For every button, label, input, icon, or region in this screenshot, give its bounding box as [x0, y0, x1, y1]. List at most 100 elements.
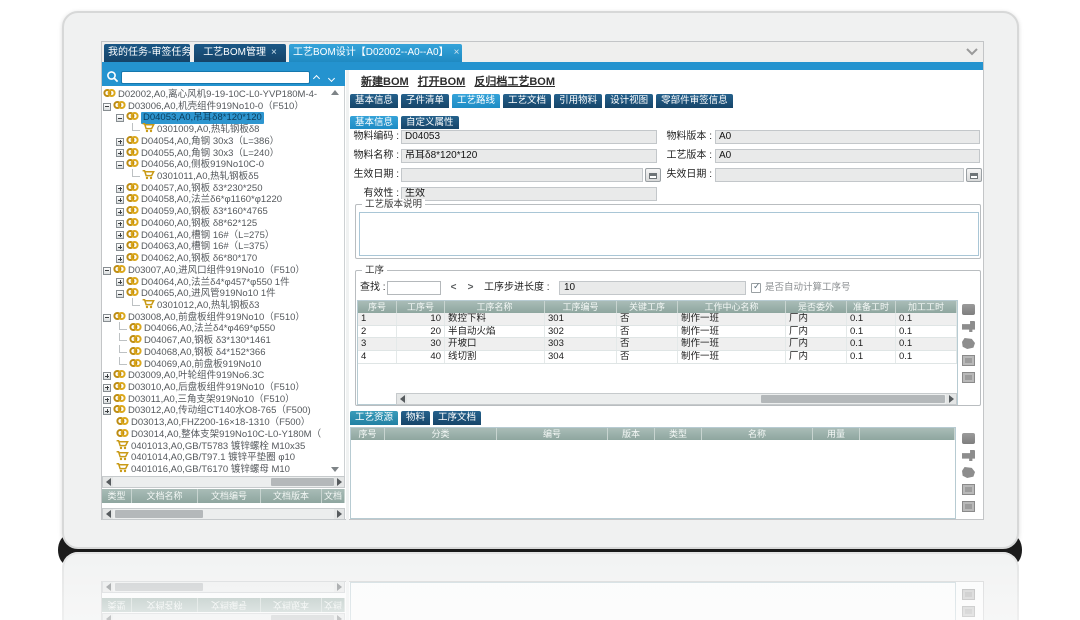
collapse-icon[interactable] — [116, 161, 124, 169]
scroll-left-icon[interactable] — [103, 477, 113, 487]
import-icon[interactable] — [962, 321, 975, 332]
expand-icon[interactable] — [116, 231, 124, 239]
collapse-icon[interactable] — [116, 114, 124, 122]
tree-item[interactable]: D04065,A0,进风管919No10 1件 — [102, 287, 344, 299]
tree-item[interactable]: 0401013,A0,GB/T5783 镀锌螺栓 M10x35 — [102, 440, 344, 452]
expiry_date-field[interactable] — [715, 168, 964, 182]
tree-scroll-up-icon[interactable] — [331, 90, 339, 95]
tree-item[interactable]: D04060,A0,钢板 δ8*62*125 — [102, 217, 344, 229]
tree-item[interactable]: D04067,A0,钢板 δ3*130*1461 — [102, 334, 344, 346]
add-row-icon[interactable] — [962, 304, 975, 315]
expand-icon[interactable] — [116, 278, 124, 286]
bom-tab[interactable]: 工艺路线 — [452, 94, 500, 108]
bom-tab[interactable]: 基本信息 — [350, 94, 398, 108]
document-horizontal-scrollbar[interactable] — [102, 508, 345, 520]
edit-icon[interactable] — [962, 467, 975, 478]
tree-item[interactable]: D04059,A0,钢板 δ3*160*4765 — [102, 205, 344, 217]
edit-icon[interactable] — [962, 338, 975, 349]
tree-search-input[interactable] — [121, 71, 310, 84]
expand-icon[interactable] — [103, 396, 111, 404]
expand-icon[interactable] — [116, 185, 124, 193]
window-tab[interactable]: 工艺BOM设计【D02002--A0--A0】× — [289, 44, 462, 62]
step-next-button[interactable]: > — [465, 281, 476, 295]
expand-icon[interactable] — [103, 407, 111, 415]
tree-item[interactable]: 0301012,A0,热轧钢板δ3 — [102, 299, 344, 311]
close-icon[interactable]: × — [454, 47, 460, 58]
scroll-left-icon[interactable] — [397, 394, 407, 404]
move-down-icon[interactable] — [962, 501, 975, 512]
tree-item[interactable]: D02002,A0,离心风机9-19-10C-L0-YVP180M-4- — [102, 88, 344, 100]
move-up-icon[interactable] — [962, 484, 975, 495]
collapse-icon[interactable] — [103, 267, 111, 275]
validity-field[interactable]: 生效 — [401, 187, 657, 201]
bom-tab[interactable]: 工艺文档 — [503, 94, 551, 108]
expand-icon[interactable] — [116, 196, 124, 204]
bom-tab[interactable]: 引用物料 — [554, 94, 602, 108]
tree-item[interactable]: D04054,A0,角钢 30x3（L=386） — [102, 135, 344, 147]
tree-item[interactable]: D03011,A0,三角支架919No10（F510） — [102, 393, 344, 405]
scrollbar-thumb[interactable] — [761, 395, 945, 403]
process-table-row[interactable]: 330开坡口303否制作一班厂内0.10.1 — [358, 338, 957, 351]
expand-icon[interactable] — [116, 243, 124, 251]
process-table-row[interactable]: 440线切割304否制作一班厂内0.10.1 — [358, 351, 957, 364]
collapse-icon[interactable] — [116, 290, 124, 298]
import-icon[interactable] — [962, 450, 975, 461]
tree-item[interactable]: D04068,A0,钢板 δ4*152*366 — [102, 346, 344, 358]
move-down-icon[interactable] — [962, 372, 975, 383]
bom-tab[interactable]: 设计视图 — [605, 94, 653, 108]
resource-tab[interactable]: 工艺资源 — [350, 411, 398, 425]
expand-icon[interactable] — [103, 372, 111, 380]
tree-item[interactable]: D03013,A0,FHZ200-16×18-1310（F500） — [102, 416, 344, 428]
tree-item[interactable]: D03010,A0,后盘板组件919No10（F510） — [102, 381, 344, 393]
tree-scroll-down-icon[interactable] — [331, 467, 339, 472]
tree-item[interactable]: D03014,A0,整体支架919No10C-L0-Y180M（ — [102, 428, 344, 440]
step-prev-button[interactable]: < — [448, 281, 459, 295]
scroll-right-icon[interactable] — [334, 477, 344, 487]
tree-item[interactable]: D04062,A0,钢板 δ6*80*170 — [102, 252, 344, 264]
move-up-icon[interactable] — [962, 355, 975, 366]
expand-icon[interactable] — [103, 384, 111, 392]
tree-item[interactable]: 0401016,A0,GB/T6170 镀锌螺母 M10 — [102, 463, 344, 475]
search-next-icon[interactable] — [329, 73, 334, 84]
version-note-textarea[interactable] — [359, 212, 979, 256]
tree-item[interactable]: D03007,A0,进风口组件919No10（F510） — [102, 264, 344, 276]
close-icon[interactable]: × — [271, 47, 277, 58]
tree-horizontal-scrollbar[interactable] — [102, 476, 345, 488]
process-table-scrollbar[interactable] — [396, 393, 957, 405]
expand-icon[interactable] — [116, 149, 124, 157]
tree-item[interactable]: D04063,A0,槽钢 16#（L=375） — [102, 240, 344, 252]
tree-item[interactable]: 0301011,A0,热轧钢板δ5 — [102, 170, 344, 182]
tree-item[interactable]: D04069,A0,前盘板919No10 — [102, 358, 344, 370]
tree-item[interactable]: 0401014,A0,GB/T97.1 镀锌平垫圈 φ10 — [102, 451, 344, 463]
tree-item[interactable]: D04057,A0,钢板 δ3*230*250 — [102, 182, 344, 194]
route-sub-tab[interactable]: 基本信息 — [350, 116, 398, 129]
expand-icon[interactable] — [116, 138, 124, 146]
search-prev-icon[interactable] — [314, 73, 319, 84]
material_code-field[interactable]: D04053 — [401, 130, 657, 144]
effective_date-field[interactable] — [401, 168, 643, 182]
auto-calc-checkbox[interactable] — [751, 283, 761, 293]
scrollbar-thumb[interactable] — [115, 510, 203, 518]
bom-tab[interactable]: 零部件审签信息 — [656, 94, 733, 108]
calendar-icon[interactable] — [645, 168, 661, 182]
calendar-icon[interactable] — [966, 168, 982, 182]
reverse-archive-bom-link[interactable]: 反归档工艺BOM — [474, 76, 555, 88]
tree-item[interactable]: D04056,A0,侧板919No10C-0 — [102, 158, 344, 170]
tree-item[interactable]: D04061,A0,槽钢 16#（L=275） — [102, 229, 344, 241]
collapse-icon[interactable] — [103, 314, 111, 322]
resource-tab[interactable]: 物料 — [401, 411, 430, 425]
expand-icon[interactable] — [116, 208, 124, 216]
expand-icon[interactable] — [116, 255, 124, 263]
tree-item[interactable]: D03012,A0,传动组CT140水O8-765（F500) — [102, 404, 344, 416]
tree-item[interactable]: D04053,A0,吊耳δ8*120*120 — [102, 111, 344, 123]
scroll-left-icon[interactable] — [103, 509, 113, 519]
find-input[interactable] — [387, 281, 441, 295]
material_name-field[interactable]: 吊耳δ8*120*120 — [401, 149, 657, 163]
resource-tab[interactable]: 工序文档 — [433, 411, 481, 425]
expand-icon[interactable] — [116, 220, 124, 228]
open-bom-link[interactable]: 打开BOM — [418, 76, 466, 88]
material_version-field[interactable]: A0 — [715, 130, 980, 144]
tree-item[interactable]: D04064,A0,法兰δ4*φ457*φ550 1件 — [102, 276, 344, 288]
window-tab[interactable]: 我的任务-审签任务 — [104, 44, 190, 62]
step-length-input[interactable]: 10 — [559, 281, 746, 295]
